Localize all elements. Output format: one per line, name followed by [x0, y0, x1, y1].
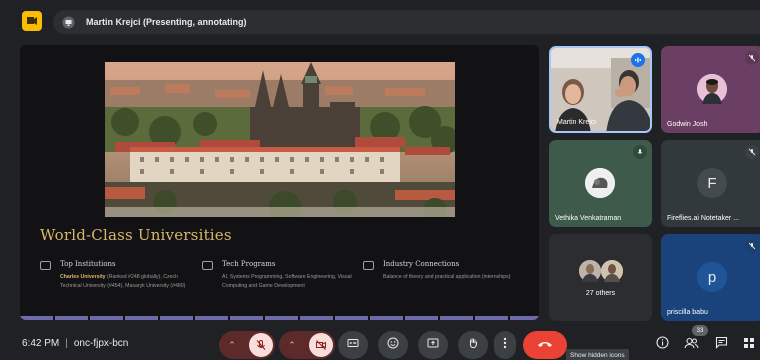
camera-off-icon[interactable] — [309, 333, 333, 357]
participant-tile-vethika[interactable]: Vethika Venkatraman — [549, 140, 652, 227]
highlight-text: Charles University — [60, 274, 106, 280]
present-button[interactable] — [418, 331, 448, 359]
briefcase-icon — [363, 261, 374, 270]
column-heading: Tech Programs — [222, 260, 276, 268]
present-screen-icon — [61, 15, 76, 30]
avatar — [585, 168, 615, 198]
participant-tile-fireflies[interactable]: F Fireflies.ai Notetaker ... — [661, 140, 760, 227]
participant-tile-priscilla[interactable]: p priscilla babu — [661, 234, 760, 321]
column-heading: Top Institutions — [60, 260, 116, 268]
column-body: AI, Systems Programming, Software Engine… — [222, 274, 352, 289]
hand-icon — [467, 336, 479, 354]
column-body: Balance of theory and practical applicat… — [383, 274, 511, 280]
others-count: 27 others — [585, 290, 616, 297]
university-icon — [40, 261, 51, 270]
presenter-name: Martin Krejci (Presenting, annotating) — [86, 17, 247, 27]
avatar: F — [697, 168, 727, 198]
chevron-up-icon[interactable]: ⌃ — [285, 340, 299, 351]
chat-button[interactable] — [712, 336, 730, 354]
avatar-initial: F — [707, 174, 717, 192]
presentation-stage[interactable]: World-Class Universities Top Institution… — [20, 45, 539, 320]
speaking-indicator-icon — [631, 53, 645, 67]
avatar — [579, 260, 601, 282]
mic-off-icon — [745, 51, 759, 65]
meet-window: Martin Krejci (Presenting, annotating) W… — [0, 0, 760, 360]
chat-icon — [715, 336, 728, 354]
meeting-code: onc-fjpx-bcn — [73, 338, 129, 349]
info-icon — [655, 336, 669, 354]
app-logo — [22, 11, 42, 31]
participant-name: priscilla babu — [667, 309, 708, 316]
more-vert-icon — [503, 336, 507, 354]
raise-hand-button[interactable] — [458, 331, 488, 359]
avatar — [697, 74, 727, 104]
reactions-button[interactable] — [378, 331, 408, 359]
people-icon — [683, 336, 699, 354]
participant-name: Fireflies.ai Notetaker ... — [667, 215, 739, 222]
captions-icon — [347, 336, 359, 354]
participant-name: Vethika Venkatraman — [555, 215, 622, 222]
emoji-icon — [387, 336, 399, 354]
microphone-control[interactable]: ⌃ — [219, 331, 275, 359]
more-options-button[interactable] — [494, 331, 516, 359]
prague-castle-photo — [105, 62, 455, 217]
camera-control[interactable]: ⌃ — [279, 331, 335, 359]
present-screen-icon — [427, 336, 439, 354]
avatar — [601, 260, 623, 282]
participant-name: Martin Krejci — [557, 119, 596, 126]
slide: World-Class Universities Top Institution… — [20, 45, 539, 315]
mic-icon — [633, 145, 647, 159]
captions-button[interactable] — [338, 331, 368, 359]
mic-off-icon — [745, 239, 759, 253]
meeting-info: 6:42 PM | onc-fjpx-bcn — [22, 338, 128, 349]
shapes-icon — [743, 336, 755, 354]
phone-hangup-icon — [537, 336, 553, 354]
leave-call-button[interactable] — [523, 331, 567, 359]
slide-title: World-Class Universities — [40, 226, 232, 244]
presenter-banner[interactable]: Martin Krejci (Presenting, annotating) — [53, 10, 760, 34]
people-count-badge: 33 — [692, 325, 708, 336]
activities-button[interactable] — [740, 337, 758, 353]
meeting-details-button[interactable] — [653, 336, 671, 354]
hidden-icons-tooltip: Show hidden icons — [566, 349, 629, 360]
separator: | — [65, 338, 68, 349]
mic-off-icon[interactable] — [249, 333, 273, 357]
participant-tile-others[interactable]: 27 others — [549, 234, 652, 321]
column-body: Charles University (Ranked #248 globally… — [60, 273, 200, 290]
avatar: p — [697, 262, 727, 292]
clock-time: 6:42 PM — [22, 338, 60, 349]
column-heading: Industry Connections — [383, 260, 460, 268]
participant-tile-martin[interactable]: Martin Krejci — [549, 46, 652, 133]
mic-off-icon — [745, 145, 759, 159]
avatar-initial: p — [707, 268, 717, 286]
laptop-icon — [202, 261, 213, 270]
participant-name: Godwin Josh — [667, 121, 708, 128]
chevron-up-icon[interactable]: ⌃ — [225, 340, 239, 351]
people-button[interactable] — [682, 337, 700, 353]
slide-progress-bar — [20, 316, 539, 320]
participant-tile-godwin[interactable]: Godwin Josh — [661, 46, 760, 133]
